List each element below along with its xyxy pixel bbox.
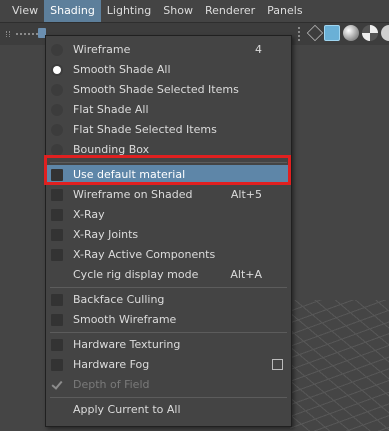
menu-item-smooth-shade-selected[interactable]: Smooth Shade Selected Items [46,80,291,100]
menu-renderer[interactable]: Renderer [199,0,261,22]
menu-item-label: X-Ray [73,208,105,221]
menu-item-label: Bounding Box [73,143,150,156]
radio-icon [51,44,63,56]
radio-selected-icon [51,64,63,76]
menu-divider [50,162,287,163]
menu-item-depth-of-field: Depth of Field [46,375,291,395]
menu-divider [50,397,287,398]
shortcut-label: 4 [255,43,262,56]
checkbox-icon [51,314,63,326]
menu-item-wireframe[interactable]: Wireframe 4 [46,40,291,60]
menu-divider [50,332,287,333]
shading-dropdown-menu: Wireframe 4 Smooth Shade All Smooth Shad… [45,35,292,427]
toolbar-collapse-bar[interactable] [16,33,38,37]
lighting-icon[interactable] [381,25,389,41]
menu-item-label: Smooth Wireframe [73,313,177,326]
option-box-icon[interactable] [272,359,283,370]
menu-item-label: Use default material [73,168,186,181]
menu-item-label: Cycle rig display mode [73,268,199,281]
viewport-grid [290,300,389,431]
menu-item-smooth-wireframe[interactable]: Smooth Wireframe [46,310,291,330]
menu-item-label: Flat Shade Selected Items [73,123,217,136]
menu-item-xray-joints[interactable]: X-Ray Joints [46,225,291,245]
toolbar-handle[interactable] [6,31,10,37]
smooth-sphere-icon[interactable] [343,25,359,41]
menu-item-label: X-Ray Joints [73,228,139,241]
menu-item-bounding-box[interactable]: Bounding Box [46,140,291,160]
menu-item-label: Wireframe [73,43,131,56]
radio-icon [51,104,63,116]
menu-item-wireframe-on-shaded[interactable]: Wireframe on Shaded Alt+5 [46,185,291,205]
checkbox-icon [51,339,63,351]
menu-view[interactable]: View [0,0,44,22]
shortcut-label: Alt+A [230,268,262,281]
menu-divider [50,287,287,288]
checkbox-icon [51,169,63,181]
menu-item-label: Flat Shade All [73,103,149,116]
menu-item-label: Wireframe on Shaded [73,188,193,201]
menu-item-label: Apply Current to All [73,403,181,416]
menu-item-label: Backface Culling [73,293,165,306]
menu-item-apply-current-to-all[interactable]: Apply Current to All [46,400,291,420]
menu-show[interactable]: Show [157,0,199,22]
menu-panels[interactable]: Panels [261,0,308,22]
checkbox-icon [51,249,63,261]
checkbox-icon [51,229,63,241]
checkbox-icon [51,209,63,221]
shaded-cube-icon[interactable] [324,25,340,41]
checkbox-icon [51,359,63,371]
menu-item-backface-culling[interactable]: Backface Culling [46,290,291,310]
menubar: View Shading Lighting Show Renderer Pane… [0,0,389,22]
radio-icon [51,144,63,156]
menu-item-label: Smooth Shade All [73,63,171,76]
menu-item-cycle-rig-display-mode[interactable]: Cycle rig display mode Alt+A [46,265,291,285]
menu-item-label: Hardware Fog [73,358,150,371]
menu-shading[interactable]: Shading [44,0,101,22]
radio-icon [51,124,63,136]
menu-item-xray[interactable]: X-Ray [46,205,291,225]
menu-item-flat-shade-all[interactable]: Flat Shade All [46,100,291,120]
menu-item-flat-shade-selected[interactable]: Flat Shade Selected Items [46,120,291,140]
shortcut-label: Alt+5 [230,188,262,201]
menu-item-hardware-fog[interactable]: Hardware Fog [46,355,291,375]
checkbox-icon [51,294,63,306]
menu-item-label: Hardware Texturing [73,338,181,351]
menu-item-xray-active-components[interactable]: X-Ray Active Components [46,245,291,265]
menu-item-label: X-Ray Active Components [73,248,216,261]
menu-item-hardware-texturing[interactable]: Hardware Texturing [46,335,291,355]
menu-item-use-default-material[interactable]: Use default material [46,165,291,185]
textured-sphere-icon[interactable] [362,25,378,41]
menu-lighting[interactable]: Lighting [101,0,157,22]
checkbox-icon [51,189,63,201]
menu-item-label: Smooth Shade Selected Items [73,83,239,96]
menu-item-label: Depth of Field [73,378,150,391]
menu-item-smooth-shade-all[interactable]: Smooth Shade All [46,60,291,80]
checkmark-icon [51,379,63,391]
toolbar-separator [298,27,302,41]
radio-icon [51,84,63,96]
wireframe-cube-icon[interactable] [306,24,324,42]
